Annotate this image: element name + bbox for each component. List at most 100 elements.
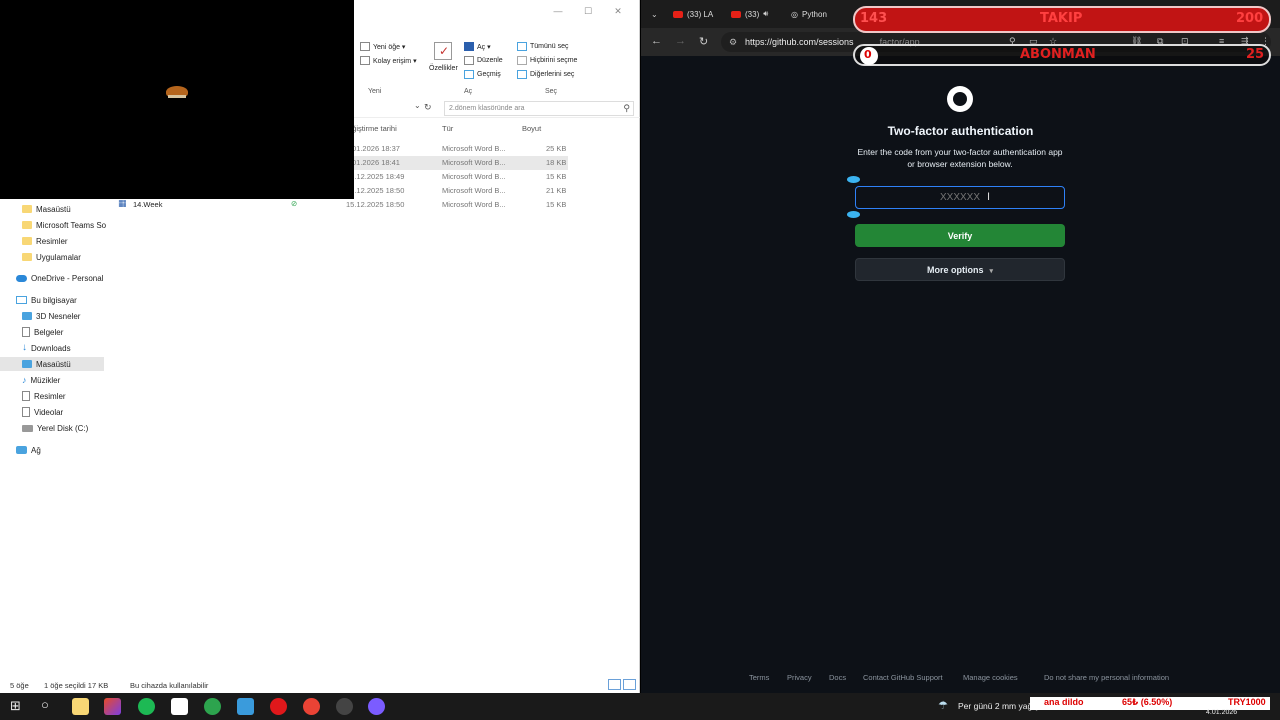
column-headers: eğiştirme tarihi Tür Boyut	[346, 124, 640, 136]
new-item-button[interactable]: Yeni öğe ▾	[360, 42, 405, 51]
column-size[interactable]: Boyut	[522, 124, 541, 133]
footer-link-support[interactable]: Contact GitHub Support	[863, 673, 943, 682]
nav-item-documents[interactable]: Belgeler	[22, 325, 63, 339]
reload-icon[interactable]: ↻	[699, 35, 708, 48]
availability-status: Bu cihazda kullanılabilir	[130, 681, 209, 690]
messenger-icon[interactable]	[368, 698, 385, 715]
weather-text[interactable]: Per günü 2 mm yağış	[958, 701, 1039, 711]
file-row[interactable]: 01.2026 18:37 Microsoft Word B... 25 KB	[346, 142, 568, 156]
office-icon[interactable]	[104, 698, 121, 715]
selection-handle-top[interactable]	[847, 176, 860, 183]
invert-selection-button[interactable]: Diğerlerini seç	[517, 70, 574, 79]
details-view-icon[interactable]	[608, 679, 621, 690]
forward-icon[interactable]: →	[675, 35, 686, 47]
page-footer: Terms Privacy Docs Contact GitHub Suppor…	[641, 673, 1280, 685]
globe-icon: ◎	[791, 9, 798, 19]
close-icon[interactable]: ✕	[603, 2, 633, 20]
column-modified[interactable]: eğiştirme tarihi	[348, 124, 397, 133]
youtube-icon	[731, 10, 741, 18]
chrome-icon[interactable]	[204, 698, 221, 715]
nav-item-this-pc[interactable]: Bu bilgisayar	[16, 293, 77, 307]
desktop-icon	[22, 360, 32, 368]
more-options-button[interactable]: More options ▾	[855, 258, 1065, 281]
file-row[interactable]: 15.12.2025 18:50 Microsoft Word B... 21 …	[346, 184, 568, 198]
group-new-label: Yeni	[368, 88, 382, 95]
footer-link-cookies[interactable]: Manage cookies	[963, 673, 1018, 682]
easy-access-icon	[360, 56, 370, 65]
nav-item-music[interactable]: ♪ Müzikler	[22, 373, 60, 387]
history-button[interactable]: Geçmiş	[464, 70, 501, 79]
maximize-icon[interactable]: ☐	[573, 2, 603, 20]
properties-icon[interactable]	[434, 42, 452, 60]
nav-item-apps[interactable]: Uygulamalar	[22, 250, 81, 264]
file-explorer-icon[interactable]	[72, 698, 89, 715]
windows-start-icon[interactable]: ⊞	[10, 698, 21, 714]
nav-item-onedrive[interactable]: OneDrive - Personal	[16, 271, 103, 285]
tab-youtube-2[interactable]: (33) 🔊︎	[731, 5, 768, 23]
nav-item-teams[interactable]: Microsoft Teams So	[22, 218, 106, 232]
easy-access-button[interactable]: Kolay erişim ▾	[360, 56, 417, 65]
nav-item-local-disk[interactable]: Yerel Disk (C:)	[22, 421, 88, 435]
pictures-icon	[22, 391, 30, 401]
nav-item-desktop[interactable]: Masaüstü	[0, 357, 104, 371]
file-row[interactable]: 15.12.2025 18:49 Microsoft Word B... 15 …	[346, 170, 568, 184]
clock-date[interactable]: 4.01.2026	[1206, 709, 1237, 716]
refresh-icon[interactable]: ↻	[424, 102, 432, 113]
footer-link-do-not-share[interactable]: Do not share my personal information	[1044, 673, 1169, 682]
file-row[interactable]: ▦ 14.Week ⊘ 15.12.2025 18:50 Microsoft W…	[118, 198, 568, 212]
github-logo-icon	[947, 86, 973, 112]
page-title: Two-factor authentication	[887, 124, 1034, 138]
column-type[interactable]: Tür	[442, 124, 453, 133]
file-row-selected[interactable]: 01.2026 18:41 Microsoft Word B... 18 KB	[346, 156, 568, 170]
weather-icon: ☂	[938, 700, 948, 712]
site-info-icon[interactable]: ⚙	[729, 37, 737, 48]
nav-item-pictures-quick[interactable]: Resimler	[22, 234, 68, 248]
nav-item-downloads[interactable]: ↓ Downloads	[22, 341, 71, 355]
obs-icon[interactable]	[336, 698, 353, 715]
address-row: ⌄ ↻ 2.dönem klasöründe ara ⚲	[354, 100, 640, 118]
folder-icon	[22, 253, 32, 261]
nav-item-network[interactable]: Ağ	[16, 443, 41, 457]
follower-label: TAKIP	[1040, 11, 1083, 26]
history-icon	[464, 70, 474, 79]
subscriber-current: 0	[864, 48, 872, 61]
footer-link-privacy[interactable]: Privacy	[787, 673, 812, 682]
chevron-down-icon[interactable]: ⌄	[414, 101, 421, 110]
properties-button[interactable]: Özellikler	[429, 65, 458, 72]
taskbar: ⊞ ○ ☂ Per günü 2 mm yağış ana dildo 65₺ …	[0, 693, 1280, 720]
edit-button[interactable]: Düzenle	[464, 56, 503, 65]
minimize-icon[interactable]: —	[543, 2, 573, 20]
group-select-label: Seç	[545, 88, 558, 95]
network-icon	[16, 446, 27, 454]
select-none-button[interactable]: Hiçbirini seçme	[517, 56, 577, 65]
nav-item-3d-objects[interactable]: 3D Nesneler	[22, 309, 80, 323]
tab-list-chevron-icon[interactable]: ⌄	[651, 5, 658, 23]
back-icon[interactable]: ←	[651, 35, 662, 47]
select-all-button[interactable]: Tümünü seç	[517, 42, 569, 51]
otp-code-input[interactable]	[855, 186, 1065, 209]
nav-item-pictures[interactable]: Resimler	[22, 389, 66, 403]
verify-button[interactable]: Verify	[855, 224, 1065, 247]
selection-handle-bottom[interactable]	[847, 211, 860, 218]
cube-icon	[22, 312, 32, 320]
select-none-icon	[517, 56, 527, 65]
large-icons-view-icon[interactable]	[623, 679, 636, 690]
youtube-icon	[673, 10, 683, 18]
open-button[interactable]: Aç ▾	[464, 42, 491, 51]
item-count: 5 öğe	[10, 681, 29, 690]
tab-python[interactable]: ◎ Python	[791, 5, 827, 23]
nav-item-videos[interactable]: Videolar	[22, 405, 63, 419]
opera-icon[interactable]	[270, 698, 287, 715]
store-icon[interactable]	[237, 698, 254, 715]
chrome-alt-icon[interactable]	[303, 698, 320, 715]
search-input[interactable]: 2.dönem klasöründe ara ⚲	[444, 101, 634, 116]
tab-youtube-1[interactable]: (33) LA	[673, 5, 713, 23]
music-icon: ♪	[22, 375, 27, 385]
nav-item-desktop-quick[interactable]: Masaüstü	[22, 202, 71, 216]
tradingview-icon[interactable]	[171, 698, 188, 715]
spotify-icon[interactable]	[138, 698, 155, 715]
text-cursor-icon: I	[987, 191, 991, 203]
search-circle-icon[interactable]: ○	[41, 697, 49, 712]
footer-link-terms[interactable]: Terms	[749, 673, 769, 682]
footer-link-docs[interactable]: Docs	[829, 673, 846, 682]
